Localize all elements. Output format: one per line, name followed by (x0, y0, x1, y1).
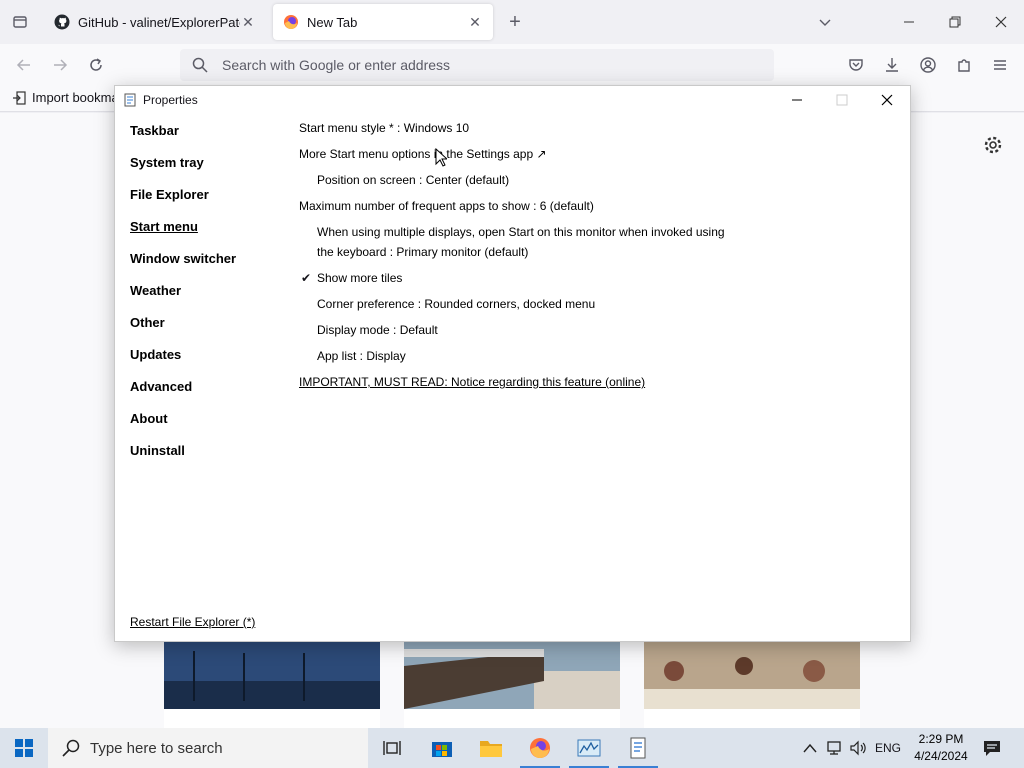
microsoft-store-icon[interactable] (418, 728, 466, 768)
multi-display-option-line2[interactable]: the keyboard : Primary monitor (default) (317, 245, 528, 259)
dialog-title: Properties (143, 93, 198, 107)
app-list-option[interactable]: App list : Display (317, 349, 406, 363)
download-icon[interactable] (880, 53, 904, 77)
story-thumbnail[interactable] (164, 641, 380, 709)
file-explorer-icon[interactable] (467, 728, 515, 768)
sidebar-item-taskbar[interactable]: Taskbar (130, 123, 179, 138)
firefox-view-icon[interactable] (8, 10, 32, 34)
forward-icon[interactable] (48, 53, 72, 77)
story-card[interactable] (164, 709, 380, 729)
menu-icon[interactable] (988, 53, 1012, 77)
tab-new-tab[interactable]: New Tab ✕ (273, 4, 493, 40)
clock-time: 2:29 PM (918, 732, 964, 746)
resource-monitor-icon[interactable] (565, 728, 613, 768)
sidebar-item-updates[interactable]: Updates (130, 347, 181, 362)
story-card[interactable] (644, 709, 860, 729)
chevron-down-icon[interactable] (815, 12, 835, 32)
firefox-taskbar-icon[interactable] (516, 728, 564, 768)
windows-taskbar: Type here to search ENG 2:29 PM 4/24/202… (0, 728, 1024, 768)
dialog-minimize-icon[interactable] (777, 88, 817, 112)
volume-icon[interactable] (848, 738, 868, 758)
tab-title: GitHub - valinet/ExplorerPatcher (78, 14, 240, 30)
story-card[interactable] (404, 709, 620, 729)
sidebar-item-start-menu[interactable]: Start menu (130, 219, 198, 234)
start-menu-style-option[interactable]: Start menu style * : Windows 10 (299, 121, 469, 135)
language-indicator[interactable]: ENG (874, 738, 902, 758)
back-icon[interactable] (12, 53, 36, 77)
restart-explorer-link[interactable]: Restart File Explorer (*) (130, 615, 255, 629)
taskbar-clock[interactable]: 2:29 PM 4/24/2024 (906, 731, 976, 765)
close-window-icon[interactable] (987, 8, 1015, 36)
address-input[interactable] (222, 57, 742, 73)
story-thumbnail[interactable] (404, 641, 620, 709)
show-more-tiles-option[interactable]: Show more tiles (317, 271, 402, 285)
dialog-maximize-icon (822, 88, 862, 112)
sidebar-item-system-tray[interactable]: System tray (130, 155, 204, 170)
notification-center-icon[interactable] (982, 738, 1002, 758)
new-tab-plus-icon[interactable]: + (503, 10, 527, 34)
sidebar-item-weather[interactable]: Weather (130, 283, 181, 298)
max-frequent-apps-option[interactable]: Maximum number of frequent apps to show … (299, 199, 594, 213)
gear-icon[interactable] (983, 135, 1003, 155)
browser-tab-bar: GitHub - valinet/ExplorerPatcher ✕ New T… (0, 0, 1024, 44)
dialog-close-icon[interactable] (867, 88, 907, 112)
firefox-icon (284, 15, 298, 29)
tab-close-icon[interactable]: ✕ (467, 14, 483, 30)
more-options-link[interactable]: More Start menu options in the Settings … (299, 147, 547, 161)
browser-nav-bar (0, 44, 1024, 86)
account-icon[interactable] (916, 53, 940, 77)
position-option[interactable]: Position on screen : Center (default) (317, 173, 509, 187)
sidebar-item-about[interactable]: About (130, 411, 168, 426)
story-thumbnail[interactable] (644, 641, 860, 709)
import-icon (13, 90, 26, 105)
search-icon (192, 57, 208, 73)
restore-icon[interactable] (941, 8, 969, 36)
properties-dialog: Properties Taskbar System tray File Expl… (114, 85, 911, 642)
checkmark-icon: ✔ (301, 271, 312, 285)
search-icon (62, 739, 80, 757)
mouse-cursor-icon (435, 148, 447, 167)
address-bar[interactable] (180, 49, 774, 81)
sidebar-item-window-switcher[interactable]: Window switcher (130, 251, 236, 266)
multi-display-option[interactable]: When using multiple displays, open Start… (317, 225, 725, 239)
windows-start-icon[interactable] (0, 728, 48, 768)
sidebar-item-file-explorer[interactable]: File Explorer (130, 187, 209, 202)
sidebar-item-uninstall[interactable]: Uninstall (130, 443, 185, 458)
corner-preference-option[interactable]: Corner preference : Rounded corners, doc… (317, 297, 595, 311)
properties-taskbar-icon[interactable] (614, 728, 662, 768)
taskbar-search-box[interactable]: Type here to search (48, 728, 368, 768)
minimize-icon[interactable] (895, 8, 923, 36)
tab-close-icon[interactable]: ✕ (240, 14, 256, 30)
sidebar-item-other[interactable]: Other (130, 315, 165, 330)
reload-icon[interactable] (84, 53, 108, 77)
pocket-icon[interactable] (844, 53, 868, 77)
tab-title: New Tab (307, 14, 358, 30)
extensions-icon[interactable] (952, 53, 976, 77)
notice-link[interactable]: IMPORTANT, MUST READ: Notice regarding t… (299, 375, 645, 389)
properties-icon (124, 93, 136, 107)
sidebar-item-advanced[interactable]: Advanced (130, 379, 192, 394)
github-icon (54, 14, 70, 30)
network-icon[interactable] (824, 738, 844, 758)
display-mode-option[interactable]: Display mode : Default (317, 323, 438, 337)
tab-github[interactable]: GitHub - valinet/ExplorerPatcher ✕ (44, 4, 266, 40)
clock-date: 4/24/2024 (914, 749, 968, 763)
chevron-up-icon[interactable] (800, 738, 820, 758)
task-view-icon[interactable] (368, 728, 416, 768)
search-placeholder: Type here to search (90, 739, 223, 757)
